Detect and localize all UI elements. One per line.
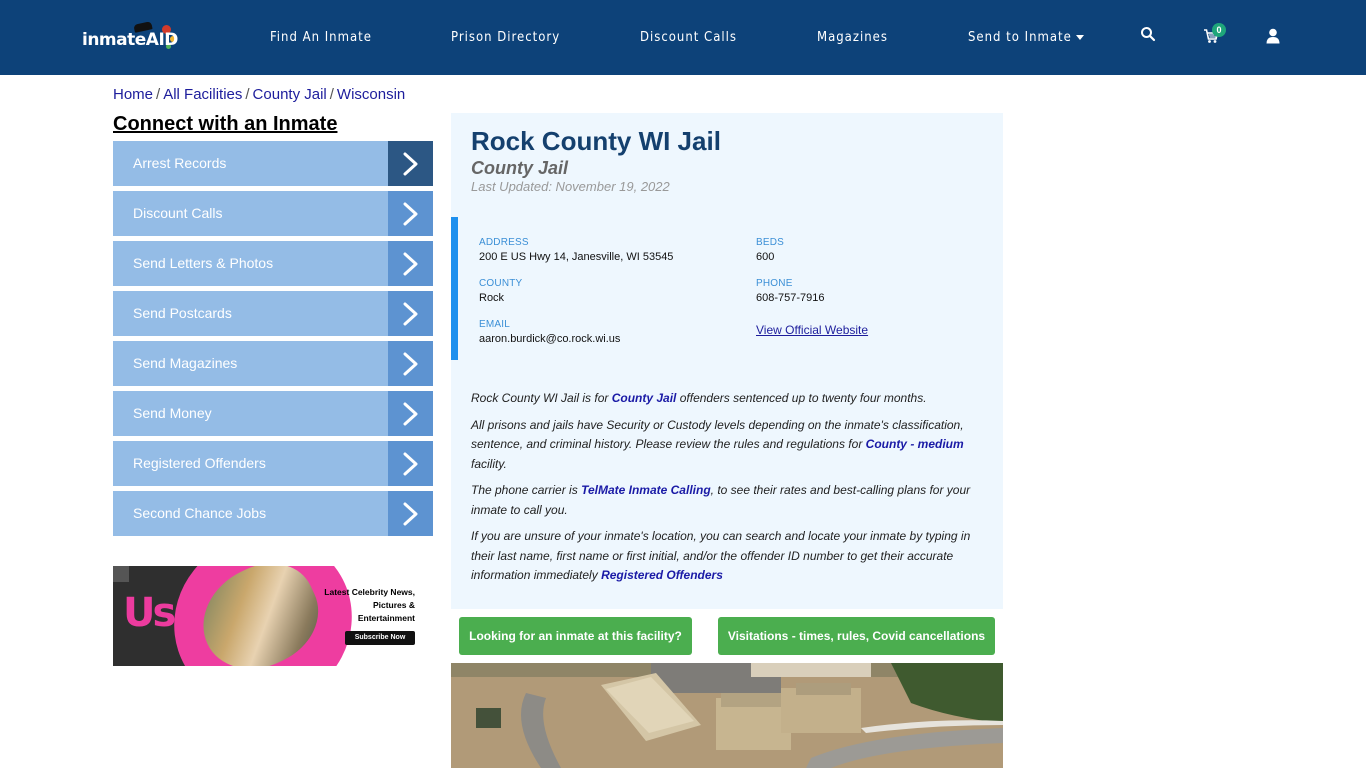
sidebar-title: Connect with an Inmate [113, 113, 338, 135]
description-paragraph: The phone carrier is TelMate Inmate Call… [471, 483, 971, 517]
ad-decoration [113, 566, 129, 582]
address-field: ADDRESS 200 E US Hwy 14, Janesville, WI … [479, 237, 673, 263]
visitations-button[interactable]: Visitations - times, rules, Covid cancel… [718, 617, 995, 655]
county-value: Rock [479, 292, 505, 304]
beds-label: BEDS [756, 237, 785, 248]
breadcrumb-county-jail[interactable]: County Jail [253, 86, 327, 103]
phone-field: PHONE 608-757-7916 [756, 278, 825, 304]
sidebar-item-label: Send Letters & Photos [133, 255, 274, 271]
facility-info-panel: ADDRESS 200 E US Hwy 14, Janesville, WI … [451, 217, 1003, 360]
search-icon[interactable] [1140, 26, 1160, 46]
county-jail-link[interactable]: County Jail [612, 391, 677, 405]
sidebar-item-label: Second Chance Jobs [133, 505, 267, 521]
email-field: EMAIL aaron.burdick@co.rock.wi.us [479, 319, 620, 345]
breadcrumb-home[interactable]: Home [113, 86, 153, 103]
chevron-right-icon [388, 491, 433, 536]
facility-aerial-photo [451, 663, 1003, 768]
website-field: View Official Website [756, 321, 868, 339]
beds-value: 600 [756, 251, 775, 263]
facility-name: Rock County WI Jail [471, 126, 721, 156]
chevron-right-icon [388, 141, 433, 186]
breadcrumb-all-facilities[interactable]: All Facilities [163, 86, 242, 103]
facility-description: Rock County WI Jail is for County Jail o… [471, 389, 971, 593]
nav-send-to-inmate[interactable]: Send to Inmate [968, 30, 1084, 45]
find-inmate-at-facility-button[interactable]: Looking for an inmate at this facility? [459, 617, 692, 655]
breadcrumb: Home / All Facilities / County Jail / Wisconsi… [113, 86, 405, 103]
user-icon[interactable] [1266, 28, 1286, 48]
sidebar-item-label: Send Money [133, 405, 212, 421]
chevron-right-icon [388, 291, 433, 336]
ad-brand-logo: Us [123, 590, 176, 636]
sidebar-item-send-letters-photos[interactable]: Send Letters & Photos [113, 241, 433, 286]
phone-value: 608-757-7916 [756, 292, 825, 304]
description-paragraph: Rock County WI Jail is for County Jail o… [471, 391, 927, 405]
sidebar-item-label: Registered Offenders [133, 455, 266, 471]
phone-label: PHONE [756, 278, 793, 289]
chevron-right-icon [388, 341, 433, 386]
breadcrumb-separator: / [245, 86, 250, 103]
sidebar-item-registered-offenders[interactable]: Registered Offenders [113, 441, 433, 486]
sidebar-item-send-money[interactable]: Send Money [113, 391, 433, 436]
view-official-website-link[interactable]: View Official Website [756, 323, 868, 337]
email-value: aaron.burdick@co.rock.wi.us [479, 333, 621, 345]
sidebar-item-send-magazines[interactable]: Send Magazines [113, 341, 433, 386]
sidebar-item-second-chance-jobs[interactable]: Second Chance Jobs [113, 491, 433, 536]
registered-offenders-link[interactable]: Registered Offenders [601, 568, 723, 582]
nav-discount-calls[interactable]: Discount Calls [640, 30, 737, 45]
breadcrumb-wisconsin[interactable]: Wisconsin [337, 86, 405, 103]
county-label: COUNTY [479, 278, 523, 289]
last-updated: Last Updated: November 19, 2022 [471, 179, 670, 194]
address-label: ADDRESS [479, 237, 529, 248]
sidebar-item-label: Arrest Records [133, 155, 227, 171]
nav-find-an-inmate[interactable]: Find An Inmate [270, 30, 372, 45]
address-value: 200 E US Hwy 14, Janesville, WI 53545 [479, 251, 674, 263]
telmate-link[interactable]: TelMate Inmate Calling [581, 483, 711, 497]
ad-subscribe-button[interactable]: Subscribe Now [345, 631, 415, 645]
inmateaid-logo[interactable]: inmateAID [82, 20, 182, 56]
sidebar-item-arrest-records[interactable]: Arrest Records [113, 141, 433, 186]
nav-magazines[interactable]: Magazines [817, 30, 888, 45]
facility-photo-illustration [451, 663, 1003, 768]
beds-field: BEDS 600 [756, 237, 784, 263]
sidebar-item-label: Send Postcards [133, 305, 232, 321]
sidebar-item-label: Send Magazines [133, 355, 238, 371]
cart-count-badge: 0 [1212, 23, 1226, 37]
sidebar-item-label: Discount Calls [133, 205, 223, 221]
county-medium-link[interactable]: County - medium [866, 437, 964, 451]
chevron-right-icon [388, 441, 433, 486]
sidebar-item-discount-calls[interactable]: Discount Calls [113, 191, 433, 236]
facility-type: County Jail [471, 158, 569, 178]
chevron-right-icon [388, 191, 433, 236]
email-label: EMAIL [479, 319, 511, 330]
breadcrumb-separator: / [329, 86, 334, 103]
nav-prison-directory[interactable]: Prison Directory [451, 30, 560, 45]
top-navbar: inmateAID Find An Inmate Prison Director… [0, 0, 1366, 75]
chevron-right-icon [388, 241, 433, 286]
nav-send-to-inmate-label: Send to Inmate [968, 30, 1072, 45]
logo-text: inmateAID [82, 30, 178, 50]
caret-down-icon [1075, 35, 1084, 40]
facility-card: Rock County WI Jail County Jail Last Upd… [451, 113, 1003, 609]
sidebar-menu: Arrest Records Discount Calls Send Lette… [113, 141, 433, 541]
breadcrumb-separator: / [156, 86, 161, 103]
description-paragraph: If you are unsure of your inmate's locat… [471, 529, 971, 582]
chevron-right-icon [388, 391, 433, 436]
us-weekly-ad-banner[interactable]: Us Latest Celebrity News, Pictures & Ent… [113, 566, 419, 666]
county-field: COUNTY Rock [479, 278, 522, 304]
description-paragraph: All prisons and jails have Security or C… [471, 417, 964, 471]
ad-headline: Latest Celebrity News, Pictures & Entert… [324, 587, 415, 623]
sidebar-item-send-postcards[interactable]: Send Postcards [113, 291, 433, 336]
